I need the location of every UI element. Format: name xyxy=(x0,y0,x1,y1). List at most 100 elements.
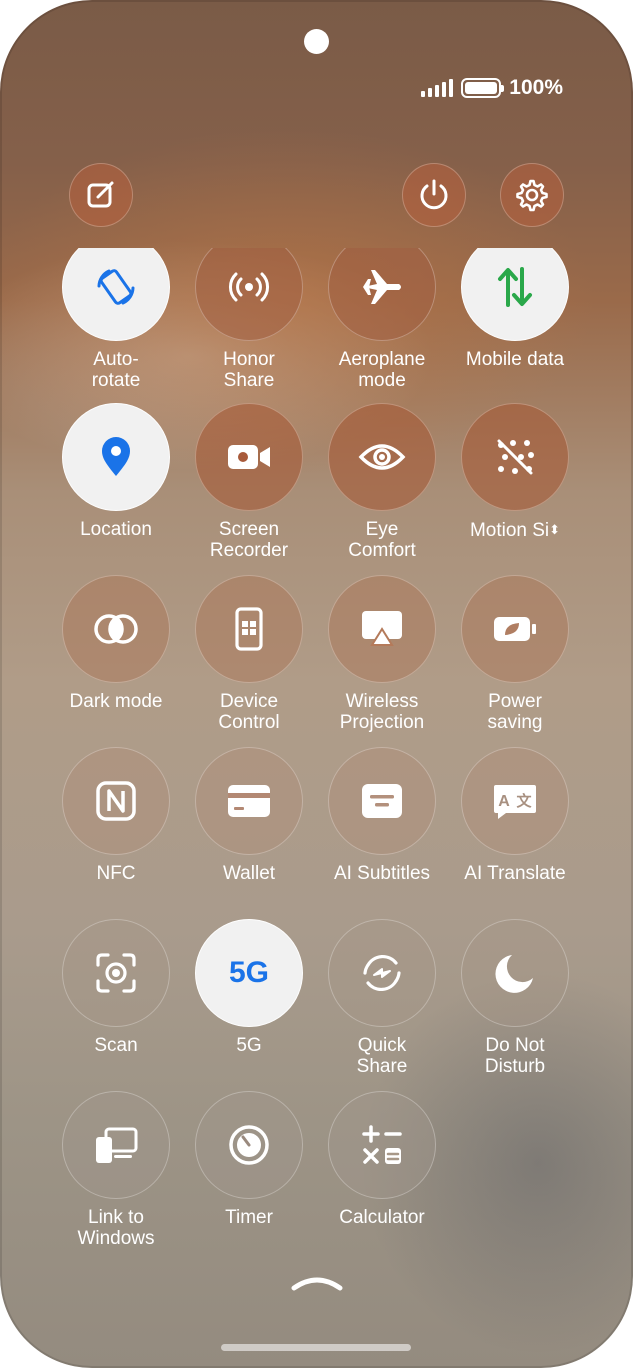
tile-nfc[interactable]: NFC xyxy=(49,747,183,884)
tile-circle xyxy=(328,1091,436,1199)
tile-power-saving[interactable]: Power saving xyxy=(448,575,582,733)
tile-label: Wallet xyxy=(222,863,276,884)
airplane-icon xyxy=(363,270,401,304)
tile-label: AI Translate xyxy=(464,863,566,884)
tile-circle xyxy=(328,919,436,1027)
tile-circle xyxy=(328,248,436,341)
tile-circle xyxy=(195,1091,303,1199)
tile-5g[interactable]: 5G 5G xyxy=(182,919,316,1056)
tile-circle: 5G xyxy=(195,919,303,1027)
tile-circle xyxy=(461,248,569,341)
edit-tiles-button[interactable] xyxy=(69,163,133,227)
tile-label: Quick Share xyxy=(356,1035,408,1077)
5g-icon: 5G xyxy=(228,956,270,989)
tile-label: Timer xyxy=(225,1207,273,1228)
edit-icon xyxy=(87,181,114,208)
tile-label: AI Subtitles xyxy=(333,863,431,884)
tile-label: Honor Share xyxy=(223,349,275,391)
tile-circle xyxy=(62,248,170,341)
tile-label: Mobile data xyxy=(465,349,565,370)
power-saving-icon xyxy=(494,617,536,641)
tile-circle xyxy=(62,575,170,683)
tile-wallet[interactable]: Wallet xyxy=(182,747,316,884)
quick-settings-panel: 100% Auto- rotate Honor Share Aeroplane … xyxy=(0,0,633,1368)
tile-circle xyxy=(328,747,436,855)
tile-label: Calculator xyxy=(339,1207,425,1228)
tile-label: Wireless Projection xyxy=(339,691,425,733)
tile-label: Scan xyxy=(94,1035,138,1056)
tile-calculator[interactable]: Calculator xyxy=(315,1091,449,1228)
tile-device-control[interactable]: Device Control xyxy=(182,575,316,733)
tile-circle xyxy=(461,403,569,511)
tile-circle xyxy=(461,919,569,1027)
tile-label: Motion Si⬍ xyxy=(469,520,561,541)
tile-label: Device Control xyxy=(218,691,280,733)
tile-circle xyxy=(195,248,303,341)
tile-label: Screen Recorder xyxy=(209,519,289,561)
tile-scan[interactable]: Scan xyxy=(49,919,183,1056)
tile-circle xyxy=(195,403,303,511)
quick-share-icon xyxy=(363,955,401,991)
moon-icon xyxy=(495,955,533,993)
subtitles-icon xyxy=(362,784,402,818)
tile-circle: A 文 xyxy=(461,747,569,855)
timer-icon xyxy=(229,1125,269,1165)
chevron-updown-icon: ⬍ xyxy=(549,522,561,537)
tiles-grid: Auto- rotate Honor Share Aeroplane mode … xyxy=(0,248,633,1348)
translate-icon: A 文 xyxy=(494,785,536,819)
tile-circle xyxy=(62,403,170,511)
svg-text:A: A xyxy=(498,793,510,810)
auto-rotate-icon xyxy=(97,269,135,305)
settings-button[interactable] xyxy=(500,163,564,227)
tile-circle xyxy=(195,747,303,855)
tile-motion-sickness[interactable]: Motion Si⬍ xyxy=(448,403,582,541)
tile-location[interactable]: Location xyxy=(49,403,183,540)
tile-eye-comfort[interactable]: Eye Comfort xyxy=(315,403,449,561)
mobile-data-icon xyxy=(498,267,532,307)
screen-recorder-icon xyxy=(228,445,270,469)
battery-icon xyxy=(461,78,505,98)
tile-quick-share[interactable]: Quick Share xyxy=(315,919,449,1077)
tile-honor-share[interactable]: Honor Share xyxy=(182,248,316,391)
tile-screen-recorder[interactable]: Screen Recorder xyxy=(182,403,316,561)
front-camera xyxy=(304,29,329,54)
home-indicator[interactable] xyxy=(221,1344,411,1351)
signal-icon xyxy=(421,79,454,97)
tile-label: Auto- rotate xyxy=(91,349,141,391)
tile-mobile-data[interactable]: Mobile data xyxy=(448,248,582,370)
dark-mode-icon xyxy=(94,614,138,644)
tile-circle xyxy=(62,747,170,855)
tile-ai-translate[interactable]: A 文 AI Translate xyxy=(448,747,582,884)
tile-label: Power saving xyxy=(487,691,543,733)
tile-dark-mode[interactable]: Dark mode xyxy=(49,575,183,712)
tile-link-to-windows[interactable]: Link to Windows xyxy=(49,1091,183,1249)
projection-icon xyxy=(362,611,402,646)
tile-label: Do Not Disturb xyxy=(484,1035,546,1077)
tile-label: 5G xyxy=(236,1035,262,1056)
chevron-up-icon[interactable] xyxy=(290,1272,344,1292)
tile-circle xyxy=(62,1091,170,1199)
tile-label: Dark mode xyxy=(69,691,163,712)
status-bar: 100% xyxy=(421,74,563,102)
motion-sickness-icon xyxy=(497,439,534,475)
svg-text:文: 文 xyxy=(516,792,532,810)
power-button[interactable] xyxy=(402,163,466,227)
tile-label: NFC xyxy=(96,863,136,884)
tile-aeroplane-mode[interactable]: Aeroplane mode xyxy=(315,248,449,391)
tile-circle xyxy=(328,403,436,511)
tile-circle xyxy=(461,575,569,683)
link-to-windows-icon xyxy=(96,1127,138,1163)
tile-wireless-projection[interactable]: Wireless Projection xyxy=(315,575,449,733)
tile-label: Location xyxy=(80,519,152,540)
tile-auto-rotate[interactable]: Auto- rotate xyxy=(49,248,183,391)
tile-timer[interactable]: Timer xyxy=(182,1091,316,1228)
battery-percentage: 100% xyxy=(509,76,563,99)
tile-circle xyxy=(328,575,436,683)
tile-ai-subtitles[interactable]: AI Subtitles xyxy=(315,747,449,884)
wallet-icon xyxy=(228,785,270,817)
device-control-icon xyxy=(235,607,263,651)
tile-do-not-disturb[interactable]: Do Not Disturb xyxy=(448,919,582,1077)
tile-circle xyxy=(62,919,170,1027)
scan-icon xyxy=(96,953,136,993)
gear-icon xyxy=(516,179,548,212)
